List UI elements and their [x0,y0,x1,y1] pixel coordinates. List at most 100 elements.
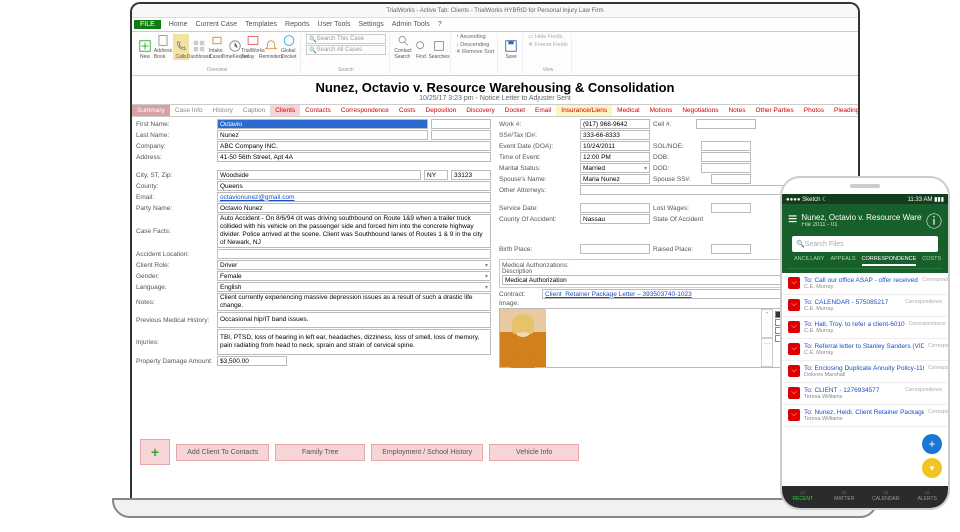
hide-fields[interactable]: ▭ Hide Fields [528,34,567,42]
phone-list-item[interactable]: ⌵To: Enclosing Duplicate Annuity Policy-… [782,361,948,383]
contact-search-icon[interactable]: Contact Search [395,34,411,60]
email-field[interactable]: octavionunez@gmail.com [217,192,491,202]
add-new-client[interactable]: + [140,439,170,465]
info-icon[interactable]: ⓘ [926,208,942,232]
last-name-field[interactable]: Nunez [217,130,428,140]
file-menu[interactable]: FILE [134,20,161,29]
fab-add[interactable]: + [922,434,942,454]
tab-discovery[interactable]: Discovery [461,105,500,116]
phone-list-item[interactable]: ⌵To: Hall, Troy. to refer a client-6010C… [782,317,948,339]
tab-deposition[interactable]: Deposition [421,105,462,116]
tab-motions[interactable]: Motions [645,105,678,116]
find-icon[interactable]: Find [413,34,429,60]
tab-negotiations[interactable]: Negotiations [677,105,723,116]
birth-field[interactable] [580,244,650,254]
phone-list-item[interactable]: ⌵To: CLIENT - 1276934577Teresa WilliamsC… [782,383,948,405]
sort-remove[interactable]: ✕ Remove Sort [456,49,494,57]
cell-field[interactable] [696,119,756,129]
employment-button[interactable]: Employment / School History [371,444,483,461]
phone-tab-ancillary[interactable]: ANCILLARY [794,256,824,266]
menu-help[interactable]: ? [438,21,442,28]
tab-photos[interactable]: Photos [799,105,829,116]
case-facts-field[interactable]: Auto Accident - On 8/6/94 clt was drivin… [217,214,491,248]
first-name-extra[interactable] [431,119,491,129]
reminders-icon[interactable]: Reminders [263,34,279,60]
save-icon[interactable]: Save [503,34,519,60]
menu-current-case[interactable]: Current Case [195,21,237,28]
phone-tab-costs[interactable]: COSTS [922,256,941,266]
svc-date-field[interactable] [580,203,650,213]
address-field[interactable]: 41-50 56th Street, Apt 4A [217,152,491,162]
work-field[interactable]: (917) 968-9642 [580,119,650,129]
phone-search[interactable]: 🔍 Search Files [792,236,938,252]
spouse-field[interactable]: Maria Nunez [580,174,650,184]
tab-docket[interactable]: Docket [500,105,530,116]
addressbook-icon[interactable]: Address Book [155,34,171,60]
acc-loc-field[interactable] [217,249,491,259]
last-name-extra[interactable] [431,130,491,140]
spouse-ssn-field[interactable] [711,174,751,184]
new-icon[interactable]: New [137,34,153,60]
menu-admin-tools[interactable]: Admin Tools [392,21,430,28]
add-client-contacts-button[interactable]: Add Client To Contacts [176,444,269,461]
menu-reports[interactable]: Reports [285,21,310,28]
nav-recent[interactable]: ▭RECENT [796,490,810,504]
nav-alerts[interactable]: ▭ALERTS [920,490,934,504]
marital-field[interactable]: Married [580,163,650,173]
menu-templates[interactable]: Templates [245,21,277,28]
tab-history[interactable]: History [208,105,238,116]
injuries-field[interactable]: TBI, PTSD, loss of hearing in left ear, … [217,329,491,355]
company-field[interactable]: ABC Company INC. [217,141,491,151]
tab-pleadings[interactable]: Pleadings [829,105,858,116]
toe-field[interactable]: 12:00 PM [580,152,650,162]
image-remove[interactable]: - [761,309,773,338]
county-field[interactable]: Queens [217,181,491,191]
county-acc-field[interactable]: Nassau [580,214,650,224]
image-add[interactable]: … [761,338,773,367]
tab-notes[interactable]: Notes [723,105,750,116]
dod-field[interactable] [701,163,751,173]
city-field[interactable]: Woodside [217,170,421,180]
tab-insurance[interactable]: Insurance/Liens [556,105,612,116]
phone-list-item[interactable]: ⌵To: CALENDAR - 575085217C.E. MurrayCorr… [782,295,948,317]
menu-user-tools[interactable]: User Tools [318,21,351,28]
sort-desc[interactable]: ↓ Descending [456,42,494,50]
tab-caption[interactable]: Caption [238,105,270,116]
state-field[interactable]: NY [424,170,448,180]
fab-filter[interactable]: ▾ [922,458,942,478]
solnoe-field[interactable] [701,141,751,151]
lost-wages-field[interactable] [711,203,751,213]
phone-list-item[interactable]: ⌵To: Nunez, Heidi. Client Retainer Packa… [782,405,948,427]
hamburger-icon[interactable]: ≡ [788,211,797,229]
zip-field[interactable]: 33123 [451,170,491,180]
tab-clients[interactable]: Clients [270,105,300,116]
phone-list-item[interactable]: ⌵To: Call our office ASAP - offer receiv… [782,273,948,295]
nav-calendar[interactable]: ▭CALENDAR [879,490,893,504]
language-field[interactable]: English [217,282,491,292]
notes-field[interactable]: Client currently experiencing massive de… [217,293,491,311]
nav-matter[interactable]: ▭MATTER [837,490,851,504]
tab-case-info[interactable]: Case Info [170,105,208,116]
tab-email[interactable]: Email [530,105,556,116]
sort-asc[interactable]: ↑ Ascending [456,34,494,42]
doa-field[interactable]: 10/24/2011 [580,141,650,151]
party-name-field[interactable]: Octavio Nunez [217,203,491,213]
gender-field[interactable]: Female [217,271,491,281]
first-name-field[interactable]: Octavio [217,119,428,129]
phone-tab-appeals[interactable]: APPEALS [830,256,855,266]
tab-correspondence[interactable]: Correspondence [336,105,394,116]
dashboard-icon[interactable]: Dashboard [191,34,207,60]
search-all-cases[interactable]: 🔍 Search All Cases [306,45,386,55]
vehicle-info-button[interactable]: Vehicle Info [489,444,579,461]
tab-other-parties[interactable]: Other Parties [750,105,798,116]
pmh-field[interactable]: Occasional hip/IT band issues. [217,312,491,328]
search-this-case[interactable]: 🔍 Search This Case [306,34,386,44]
tab-costs[interactable]: Costs [394,105,421,116]
client-role-field[interactable]: Driver [217,260,491,270]
ssn-field[interactable]: 333-66-8333 [580,130,650,140]
menu-settings[interactable]: Settings [359,21,384,28]
tab-medical[interactable]: Medical [612,105,644,116]
family-tree-button[interactable]: Family Tree [275,444,365,461]
prop-dmg-field[interactable]: $3,500.00 [217,356,287,366]
phone-list-item[interactable]: ⌵To: Referral letter to Stanley Sanders … [782,339,948,361]
